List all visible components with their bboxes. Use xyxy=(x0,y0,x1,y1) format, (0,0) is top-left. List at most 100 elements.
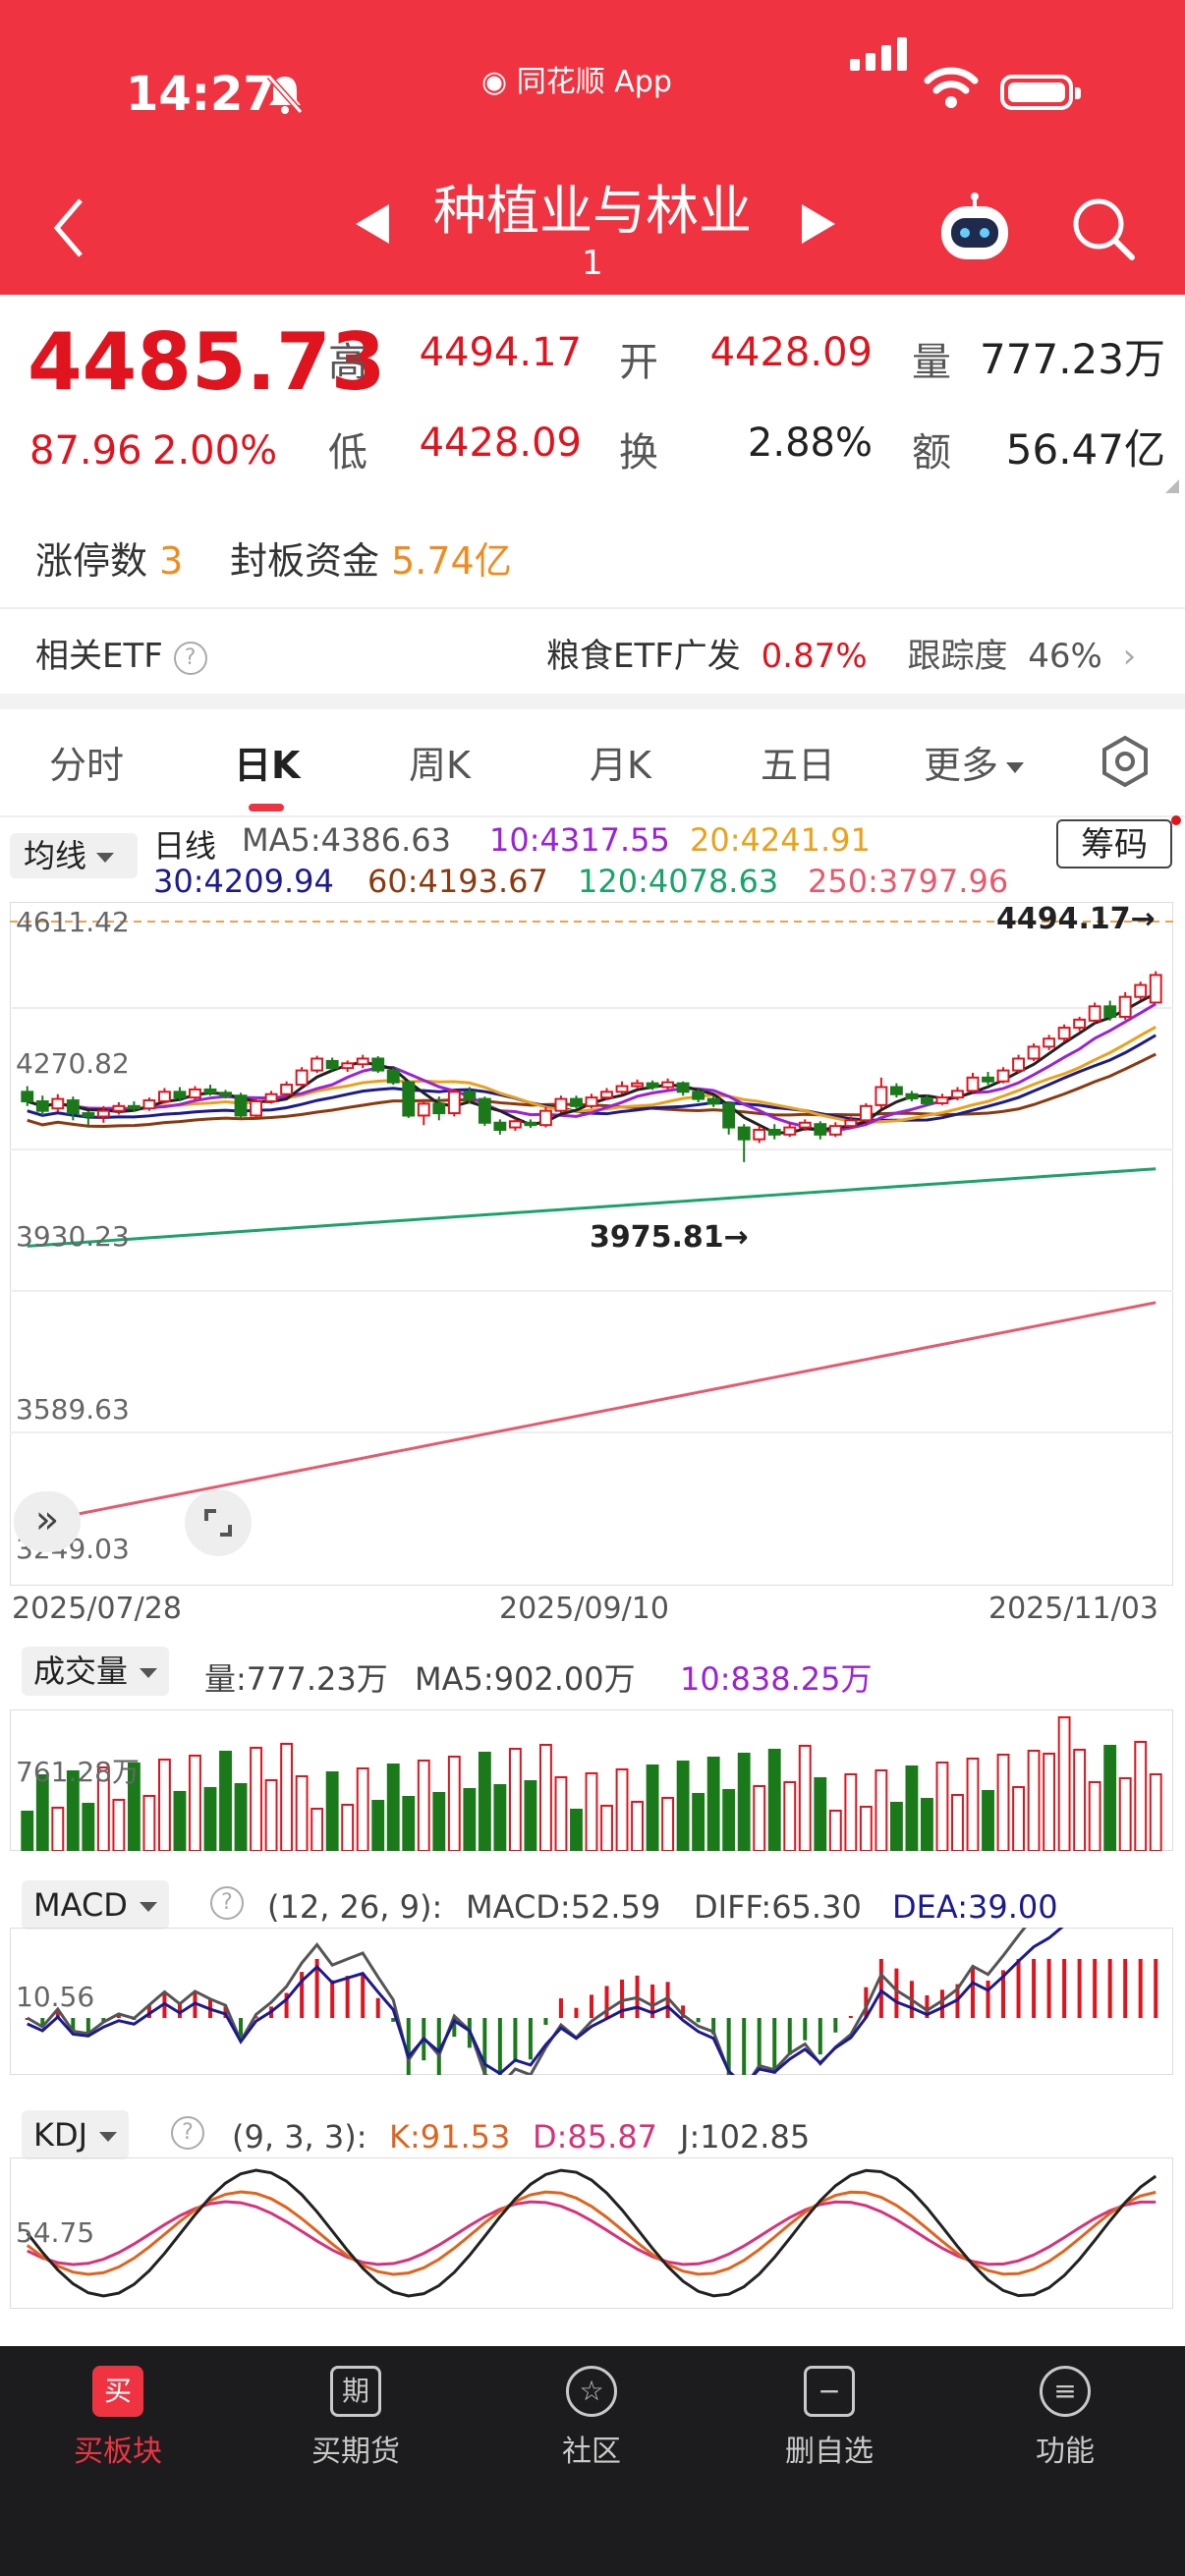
volume-bar xyxy=(783,1781,797,1851)
expand-left-icon[interactable]: » xyxy=(14,1491,81,1552)
candle-body xyxy=(1012,1057,1025,1072)
remove-watchlist-icon: − xyxy=(804,2366,855,2417)
volume-bar xyxy=(234,1783,248,1851)
nav-function[interactable]: ≡ 功能 xyxy=(987,2346,1144,2470)
header-bar: 14:27 ◉ 同花顺 App 种植业与林业 1 xyxy=(0,0,1185,295)
volume-bar xyxy=(82,1803,95,1851)
nav-community[interactable]: ☆ 社区 xyxy=(513,2346,670,2470)
open-value: 4428.09 xyxy=(709,330,873,375)
candle-body xyxy=(158,1091,171,1102)
volume-bar xyxy=(508,1748,522,1851)
macd-bar xyxy=(497,2018,502,2075)
candle-body xyxy=(1073,1018,1087,1030)
volume-bar xyxy=(1057,1716,1071,1851)
battery-icon xyxy=(1000,75,1081,110)
tab-intraday[interactable]: 分时 xyxy=(49,735,124,789)
k-value: K:91.53 xyxy=(389,2118,511,2156)
macd-bar xyxy=(1093,1959,1098,2018)
volume-chart[interactable] xyxy=(10,1709,1173,1851)
next-sector-icon[interactable] xyxy=(802,204,835,244)
x-tick: 2025/11/03 xyxy=(988,1592,1158,1626)
help-icon[interactable]: ? xyxy=(171,2116,204,2150)
macd-bar xyxy=(558,1997,563,2018)
macd-bar xyxy=(939,1989,944,2018)
turnover-value: 2.88% xyxy=(747,420,873,466)
volume-bar xyxy=(386,1764,400,1851)
volume-bar xyxy=(996,1754,1010,1851)
tab-more[interactable]: 更多 xyxy=(924,735,1025,789)
ai-assistant-icon[interactable] xyxy=(935,193,1014,263)
fullscreen-icon[interactable] xyxy=(185,1489,252,1556)
candle-body xyxy=(1088,1005,1101,1022)
y-tick: 4611.42 xyxy=(16,906,130,938)
macd-bar xyxy=(1046,1959,1051,2018)
ma10-value: 10:4317.55 xyxy=(489,821,670,859)
volume-bar xyxy=(966,1758,980,1851)
tab-monthly-k[interactable]: 月K xyxy=(590,735,651,789)
volume-bar xyxy=(493,1784,507,1851)
candle-body xyxy=(585,1096,598,1107)
volume-bar xyxy=(722,1789,736,1851)
community-icon: ☆ xyxy=(566,2366,617,2417)
macd-bar xyxy=(330,1980,335,2018)
macd-bar xyxy=(787,2018,792,2055)
high-marker: 4494.17→ xyxy=(996,902,1156,936)
candle-body xyxy=(661,1081,675,1089)
candle-body xyxy=(844,1119,858,1128)
nav-buy-futures[interactable]: 期 买期货 xyxy=(277,2346,434,2470)
seal-fund-value: 5.74亿 xyxy=(391,539,512,583)
volume-bar xyxy=(478,1752,491,1851)
macd-dropdown-button[interactable]: MACD xyxy=(22,1880,169,1930)
volume-dropdown-button[interactable]: 成交量 xyxy=(22,1647,170,1696)
volume-bar xyxy=(1149,1773,1162,1851)
ma-dropdown-button[interactable]: 均线 xyxy=(10,833,138,878)
tab-five-day[interactable]: 五日 xyxy=(761,735,835,789)
tab-weekly-k[interactable]: 周K xyxy=(409,735,471,789)
k-line xyxy=(26,2190,1157,2276)
candle-body xyxy=(875,1086,888,1106)
candle-body xyxy=(905,1092,919,1100)
volume-bar xyxy=(371,1800,385,1851)
ma-button-label: 均线 xyxy=(24,837,87,874)
chips-button[interactable]: 筹码 xyxy=(1056,819,1172,868)
volume-bar xyxy=(524,1780,537,1851)
help-icon[interactable]: ? xyxy=(173,641,207,675)
candle-body xyxy=(982,1076,994,1083)
volume-bar xyxy=(142,1795,156,1851)
candle-body xyxy=(295,1069,309,1087)
macd-chart[interactable] xyxy=(10,1928,1173,2075)
nav-buy-sector[interactable]: 买 买板块 xyxy=(39,2346,197,2470)
divider xyxy=(0,607,1185,609)
macd-bar xyxy=(361,1973,366,2018)
low-marker: 3975.81→ xyxy=(590,1220,749,1255)
macd-bar xyxy=(528,2018,533,2060)
candle-body xyxy=(189,1088,201,1099)
settings-hexagon-icon[interactable] xyxy=(1099,735,1152,788)
kdj-dropdown-button[interactable]: KDJ xyxy=(22,2110,130,2159)
etf-name: 粮食ETF广发 xyxy=(546,637,741,676)
volume-bar xyxy=(692,1793,705,1851)
nav-remove-watchlist[interactable]: − 删自选 xyxy=(751,2346,908,2470)
related-etf-entry[interactable]: 粮食ETF广发 0.87% 跟踪度 46% › xyxy=(546,629,1136,677)
wifi-icon xyxy=(924,67,979,108)
tab-daily-k[interactable]: 日K xyxy=(234,735,300,789)
expand-corner-icon[interactable] xyxy=(1165,479,1179,493)
volume-bar xyxy=(737,1753,751,1851)
limit-up-count-label: 涨停数 xyxy=(35,539,148,583)
volume-bar xyxy=(341,1804,355,1851)
d-value: D:85.87 xyxy=(533,2118,658,2156)
candle-body xyxy=(127,1104,141,1110)
volume-bar xyxy=(264,1779,278,1851)
search-icon[interactable] xyxy=(1071,196,1136,261)
candle-body xyxy=(798,1121,812,1129)
help-icon[interactable]: ? xyxy=(210,1886,244,1920)
kdj-chart[interactable] xyxy=(10,2157,1173,2309)
dropdown-icon xyxy=(139,1902,157,1912)
volume-bar xyxy=(1118,1777,1132,1851)
volume-bar xyxy=(982,1790,994,1851)
macd-bar xyxy=(375,1997,380,2018)
macd-value: MACD:52.59 xyxy=(466,1888,661,1926)
nav-label: 删自选 xyxy=(785,2435,874,2469)
candle-body xyxy=(554,1097,568,1112)
macd-bar xyxy=(513,2018,518,2062)
